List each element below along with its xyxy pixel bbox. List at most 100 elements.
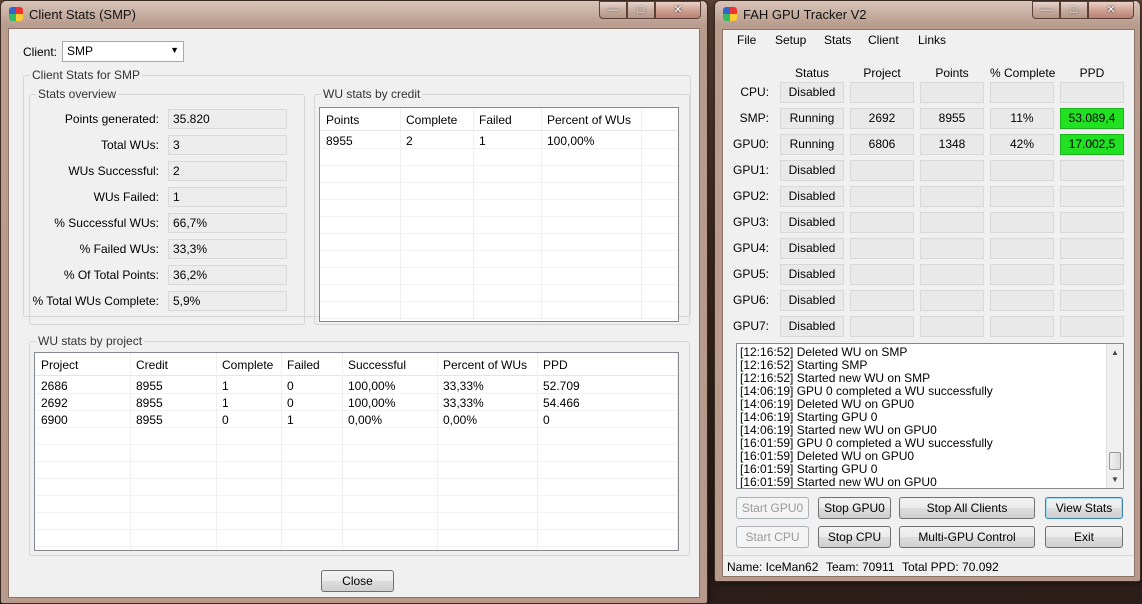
column-header[interactable]: Points: [326, 113, 359, 127]
column-header[interactable]: Complete: [406, 113, 457, 127]
overview-label: WUs Failed:: [93, 190, 159, 204]
tracker-complete-cell: [990, 264, 1054, 285]
column-header[interactable]: PPD: [543, 358, 568, 372]
table-cell[interactable]: 0,00%: [443, 413, 477, 427]
log-scrollbar[interactable]: ▲ ▼: [1106, 344, 1123, 488]
table-cell[interactable]: 2: [406, 134, 413, 148]
overview-value: 3: [168, 135, 287, 155]
row-divider: [35, 444, 678, 445]
close-window-button[interactable]: ✕: [655, 1, 701, 19]
column-header[interactable]: Percent of WUs: [547, 113, 631, 127]
tracker-row-label: GPU3:: [732, 215, 769, 229]
column-header[interactable]: Credit: [136, 358, 168, 372]
table-cell[interactable]: 0: [222, 413, 229, 427]
start-cpu-button[interactable]: Start CPU: [736, 526, 809, 548]
tracker-ppd-cell: [1060, 290, 1124, 311]
menu-links[interactable]: Links: [918, 33, 946, 47]
tracker-complete-cell: 11%: [990, 108, 1054, 129]
view-stats-button[interactable]: View Stats: [1045, 497, 1123, 519]
menu-stats[interactable]: Stats: [824, 33, 851, 47]
column-header[interactable]: Percent of WUs: [443, 358, 527, 372]
tracker-complete-cell: [990, 160, 1054, 181]
minimize-button[interactable]: —: [599, 1, 627, 19]
title-bar[interactable]: Client Stats (SMP) — □ ✕: [1, 1, 707, 27]
maximize-button[interactable]: □: [1060, 1, 1088, 19]
client-select[interactable]: SMP ▼: [62, 41, 184, 62]
column-header[interactable]: Project: [41, 358, 78, 372]
maximize-button[interactable]: □: [627, 1, 655, 19]
row-divider: [320, 199, 678, 200]
tracker-project-cell: 2692: [850, 108, 914, 129]
column-header[interactable]: Failed: [287, 358, 320, 372]
table-cell[interactable]: 54.466: [543, 396, 580, 410]
menu-file[interactable]: File: [737, 33, 756, 47]
stop-all-clients-button[interactable]: Stop All Clients: [899, 497, 1035, 519]
status-bar: Name: IceMan62 Team: 70911 Total PPD: 70…: [723, 555, 1134, 577]
log-entry: [12:16:52] Starting SMP: [740, 358, 868, 372]
column-header[interactable]: Complete: [222, 358, 273, 372]
wu-project-list[interactable]: Project Credit Complete Failed Successful Per…: [34, 352, 679, 551]
table-cell[interactable]: 100,00%: [348, 379, 395, 393]
tracker-header: Points: [935, 66, 969, 80]
table-cell[interactable]: 1: [479, 134, 486, 148]
tracker-status-cell: Running: [780, 134, 844, 155]
close-button[interactable]: Close: [321, 570, 394, 592]
table-cell[interactable]: 0: [287, 379, 294, 393]
table-cell[interactable]: 8955: [326, 134, 353, 148]
table-cell[interactable]: 1: [222, 396, 229, 410]
tracker-title-bar[interactable]: FAH GPU Tracker V2 — □ ✕: [715, 1, 1140, 27]
row-divider: [320, 233, 678, 234]
table-cell[interactable]: 8955: [136, 379, 163, 393]
table-cell[interactable]: 8955: [136, 413, 163, 427]
scroll-thumb[interactable]: [1109, 452, 1121, 470]
overview-label: Total WUs:: [100, 138, 159, 152]
minimize-button[interactable]: —: [1032, 1, 1060, 19]
column-divider: [130, 353, 131, 550]
tracker-complete-cell: [990, 316, 1054, 337]
log-entry: [16:01:59] GPU 0 completed a WU successf…: [740, 436, 993, 450]
table-cell[interactable]: 8955: [136, 396, 163, 410]
column-header[interactable]: Failed: [479, 113, 512, 127]
table-cell[interactable]: 0: [543, 413, 550, 427]
gpu-tracker-window: FAH GPU Tracker V2 — □ ✕ File Setup Stat…: [714, 0, 1141, 582]
start-gpu0-button[interactable]: Start GPU0: [736, 497, 809, 519]
menu-client[interactable]: Client: [868, 33, 899, 47]
event-log[interactable]: [16:01:59] Started new WU on GPU0 [16:01:…: [736, 343, 1124, 489]
table-cell[interactable]: 6900: [41, 413, 68, 427]
row-divider: [320, 267, 678, 268]
table-cell[interactable]: 100,00%: [348, 396, 395, 410]
table-cell[interactable]: 100,00%: [547, 134, 594, 148]
exit-button[interactable]: Exit: [1045, 526, 1123, 548]
caption-buttons: — □ ✕: [599, 1, 701, 19]
scroll-down-icon[interactable]: ▼: [1107, 471, 1123, 488]
table-cell[interactable]: 1: [287, 413, 294, 427]
log-entry: [14:06:19] GPU 0 completed a WU successf…: [740, 384, 993, 398]
table-cell[interactable]: 0,00%: [348, 413, 382, 427]
table-cell[interactable]: 52.709: [543, 379, 580, 393]
menu-setup[interactable]: Setup: [775, 33, 806, 47]
tracker-ppd-cell: 17.002,5: [1060, 134, 1124, 155]
row-divider: [320, 250, 678, 251]
table-cell[interactable]: 1: [222, 379, 229, 393]
table-cell[interactable]: 2686: [41, 379, 68, 393]
app-icon: [723, 7, 737, 21]
tracker-row-label: GPU7:: [732, 319, 769, 333]
close-window-button[interactable]: ✕: [1088, 1, 1134, 19]
scroll-up-icon[interactable]: ▲: [1107, 344, 1123, 361]
client-label: Client:: [23, 45, 58, 59]
tracker-header: PPD: [1079, 66, 1105, 80]
stop-cpu-button[interactable]: Stop CPU: [818, 526, 891, 548]
multi-gpu-control-button[interactable]: Multi-GPU Control: [899, 526, 1035, 548]
stop-gpu0-button[interactable]: Stop GPU0: [818, 497, 891, 519]
wu-credit-list[interactable]: Points Complete Failed Percent of WUs 8955 2 1…: [319, 107, 679, 322]
table-cell[interactable]: 0: [287, 396, 294, 410]
tracker-status-cell: Running: [780, 108, 844, 129]
row-divider: [35, 512, 678, 513]
chevron-down-icon: ▼: [170, 45, 179, 55]
tracker-row-label: SMP:: [739, 111, 769, 125]
table-cell[interactable]: 33,33%: [443, 396, 484, 410]
tracker-complete-cell: [990, 82, 1054, 103]
column-header[interactable]: Successful: [348, 358, 406, 372]
table-cell[interactable]: 33,33%: [443, 379, 484, 393]
table-cell[interactable]: 2692: [41, 396, 68, 410]
